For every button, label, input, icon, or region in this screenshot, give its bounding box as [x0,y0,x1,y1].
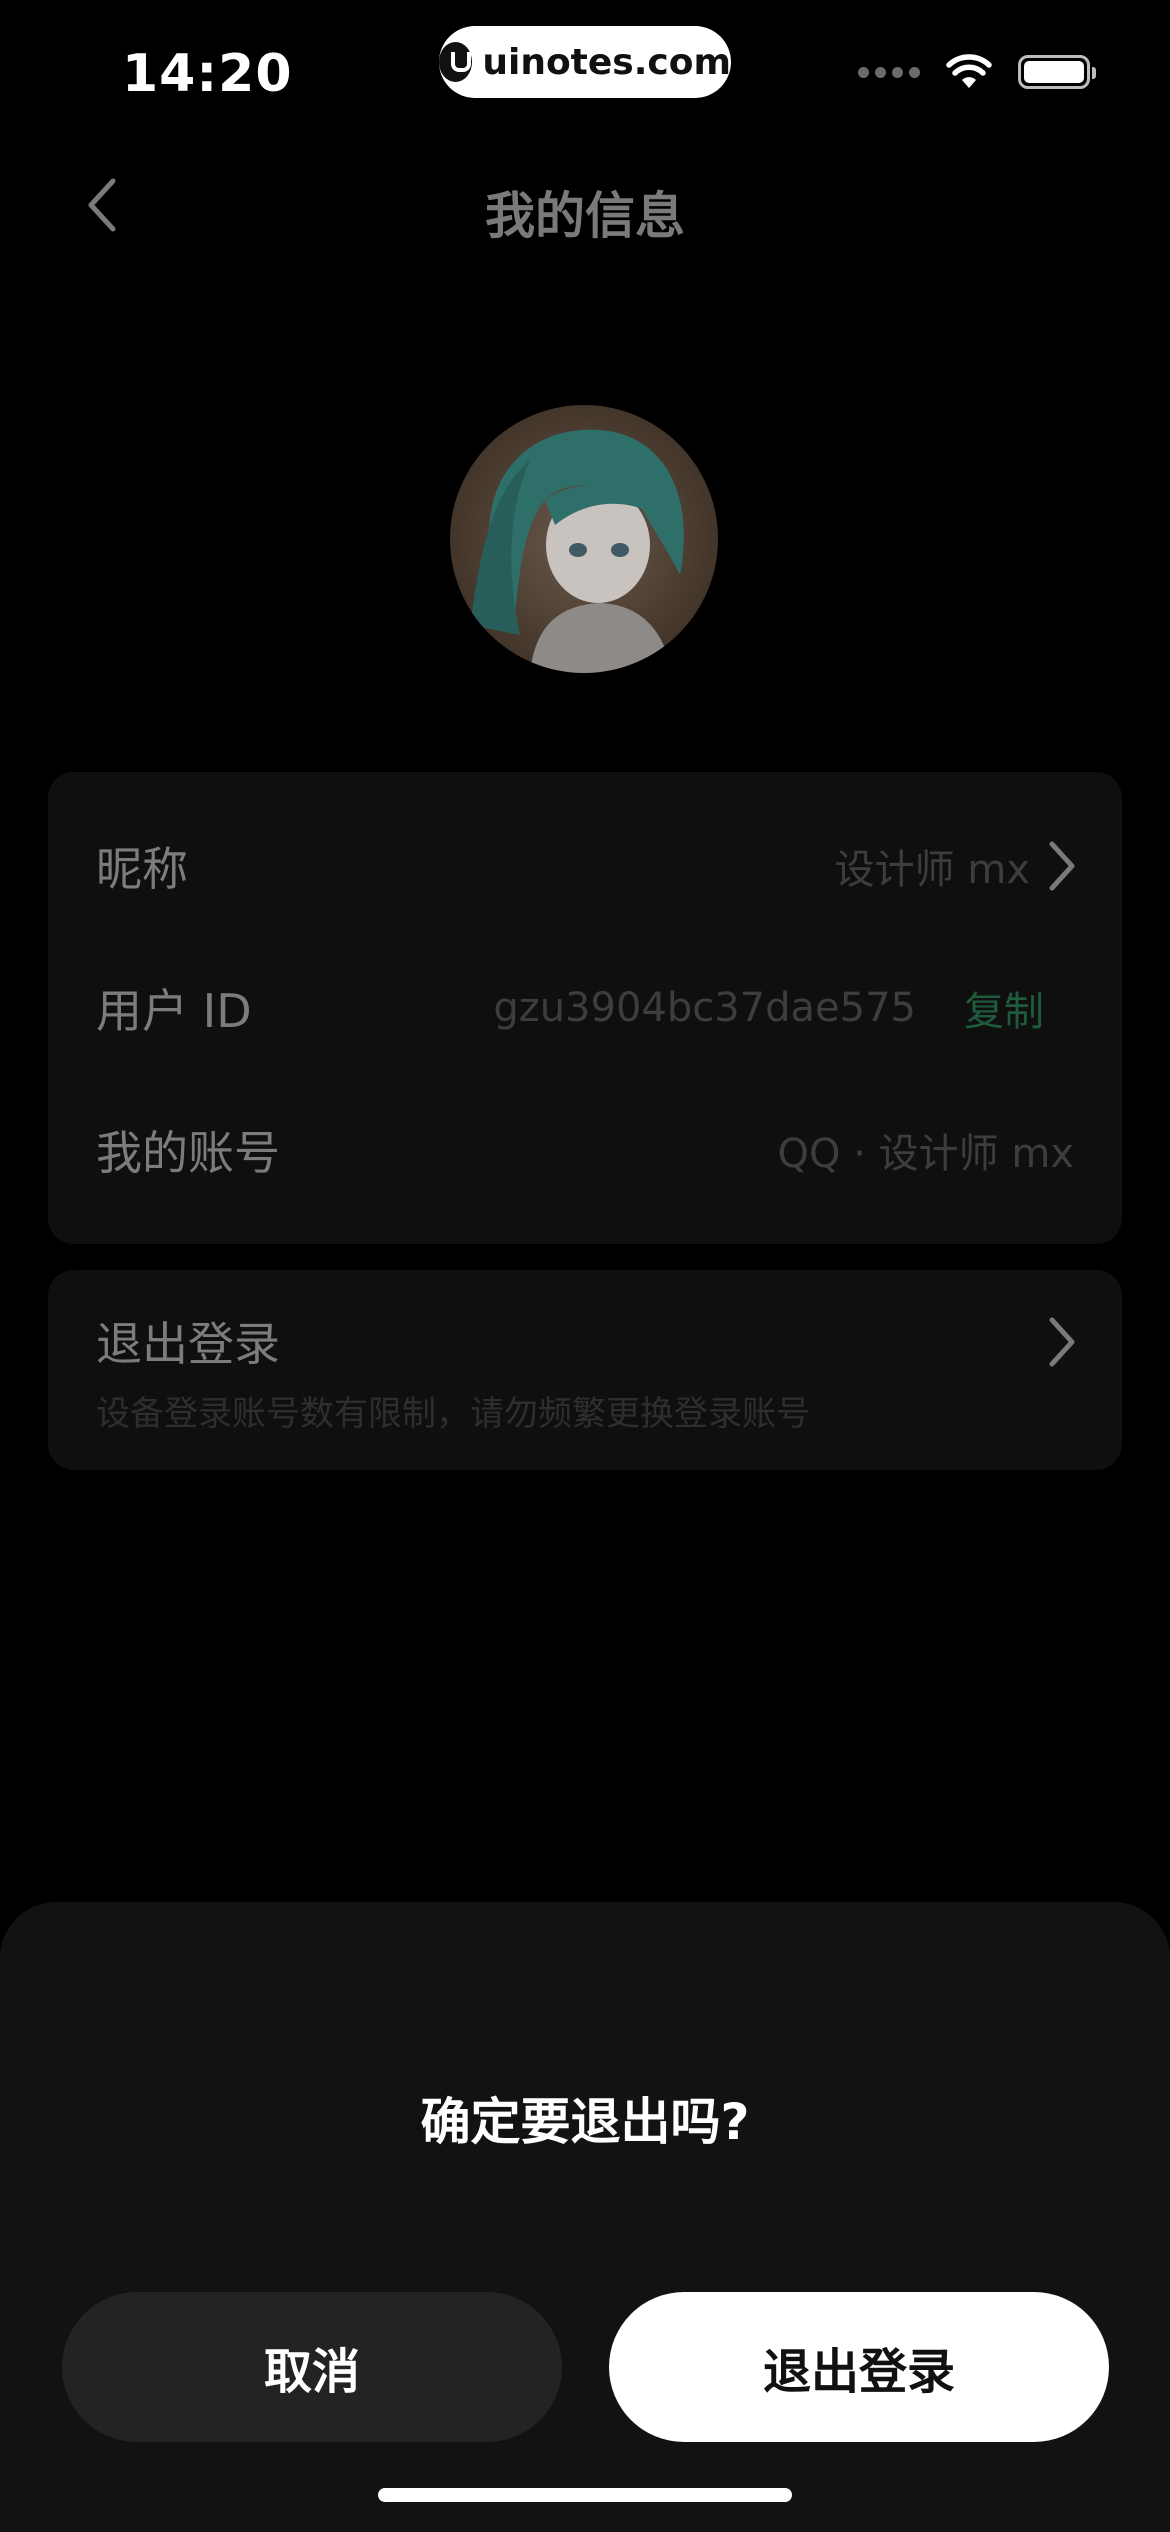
copy-button[interactable]: 复制 [964,979,1044,1037]
user-id-value: gzu3904bc37dae575 [493,985,916,1031]
nickname-value: 设计师 mx [834,847,1030,893]
signal-dots-icon [858,66,920,78]
logout-title: 退出登录 [96,1317,280,1371]
avatar[interactable] [450,405,718,673]
logout-note: 设备登录账号数有限制，请勿频繁更换登录账号 [96,1394,810,1434]
uinotes-logo-icon [439,42,473,82]
user-id-row: 用户 ID gzu3904bc37dae575 复制 [48,958,1122,1058]
dialog-title: 确定要退出吗? [420,2093,750,2151]
watermark-badge: uinotes.com [439,26,731,98]
battery-icon [1018,55,1096,89]
user-id-label: 用户 ID [96,984,252,1038]
status-icons [858,54,1096,90]
confirm-logout-button[interactable]: 退出登录 [609,2292,1109,2442]
chevron-right-icon [1049,841,1075,891]
wifi-icon [946,54,992,88]
watermark-text: uinotes.com [482,41,731,83]
info-card: 昵称 设计师 mx 用户 ID gzu3904bc37dae575 复制 我的账… [48,772,1122,1244]
logout-confirm-sheet: 确定要退出吗? 取消 退出登录 [0,1902,1170,2532]
account-value: QQ · 设计师 mx [777,1131,1074,1177]
home-indicator [378,2488,792,2502]
logout-card[interactable]: 退出登录 设备登录账号数有限制，请勿频繁更换登录账号 [48,1270,1122,1470]
nickname-row[interactable]: 昵称 设计师 mx [48,816,1122,916]
status-time: 14:20 [122,44,293,104]
nickname-label: 昵称 [96,842,188,896]
avatar-image [450,405,718,673]
account-row: 我的账号 QQ · 设计师 mx [48,1100,1122,1200]
cancel-button[interactable]: 取消 [62,2292,562,2442]
chevron-right-icon [1049,1317,1075,1367]
account-label: 我的账号 [96,1126,280,1180]
page-title: 我的信息 [485,187,685,245]
